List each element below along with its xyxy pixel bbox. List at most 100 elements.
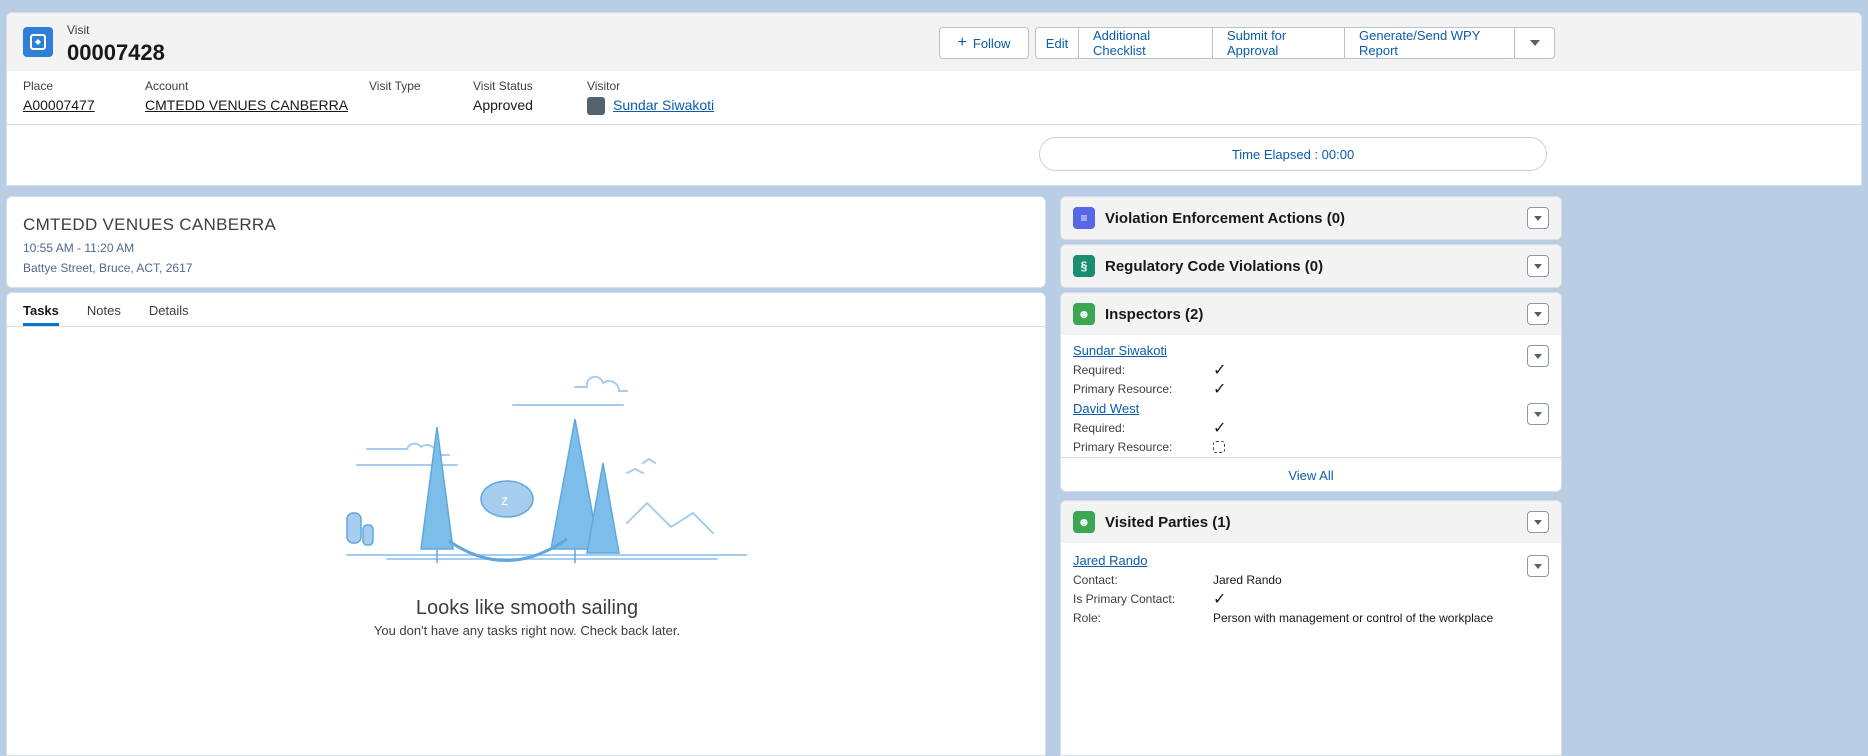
chevron-down-icon bbox=[1534, 353, 1542, 359]
tasks-card: Tasks Notes Details z Looks like smooth … bbox=[6, 292, 1046, 756]
inspector-icon: ☻ bbox=[1073, 303, 1095, 325]
primary-resource-row: Primary Resource: ✓ bbox=[1073, 379, 1549, 398]
visited-parties-list: ☻ Visited Parties (1) Jared Rando Contac… bbox=[1060, 500, 1562, 756]
related-list-menu-button[interactable] bbox=[1527, 303, 1549, 325]
record-name: 00007428 bbox=[67, 40, 165, 65]
inspectors-list: ☻ Inspectors (2) Sundar Siwakoti Require… bbox=[1060, 292, 1562, 492]
follow-button-group: + Follow bbox=[939, 27, 1029, 59]
visit-status-label: Visit Status bbox=[473, 79, 533, 93]
record-menu-button[interactable] bbox=[1527, 345, 1549, 367]
account-link[interactable]: CMTEDD VENUES CANBERRA bbox=[145, 97, 348, 113]
svg-text:z: z bbox=[501, 492, 508, 508]
related-list-header: ≡ Violation Enforcement Actions (0) bbox=[1061, 197, 1561, 239]
related-list-header: ☻ Inspectors (2) bbox=[1061, 293, 1561, 335]
unchecked-icon bbox=[1213, 440, 1225, 453]
view-all-link[interactable]: View All bbox=[1061, 457, 1561, 493]
follow-button[interactable]: + Follow bbox=[939, 27, 1029, 59]
chevron-down-icon bbox=[1534, 563, 1542, 569]
chevron-down-icon bbox=[1529, 40, 1540, 46]
account-label: Account bbox=[145, 79, 189, 93]
more-actions-button[interactable] bbox=[1515, 27, 1555, 59]
related-list-title[interactable]: Violation Enforcement Actions (0) bbox=[1105, 210, 1345, 227]
inspector-record: Sundar Siwakoti Required: ✓ Primary Resou… bbox=[1073, 343, 1549, 398]
related-list-title[interactable]: Regulatory Code Violations (0) bbox=[1105, 258, 1323, 275]
visited-party-record: Jared Rando Contact: Jared Rando Is Prima… bbox=[1073, 553, 1549, 627]
contact-label: Contact: bbox=[1073, 572, 1118, 587]
regulatory-code-violations-list: § Regulatory Code Violations (0) bbox=[1060, 244, 1562, 288]
check-icon: ✓ bbox=[1213, 380, 1227, 398]
primary-contact-label: Is Primary Contact: bbox=[1073, 591, 1176, 606]
visit-type-field: Visit Type bbox=[369, 79, 421, 97]
check-icon: ✓ bbox=[1213, 419, 1227, 437]
visitor-value: Sundar Siwakoti bbox=[587, 97, 714, 116]
timer-card: Time Elapsed : 00:00 bbox=[6, 124, 1862, 186]
check-icon: ✓ bbox=[1213, 590, 1227, 608]
time-elapsed-pill: Time Elapsed : 00:00 bbox=[1039, 137, 1547, 171]
related-list-header: ☻ Visited Parties (1) bbox=[1061, 501, 1561, 543]
chevron-down-icon bbox=[1534, 215, 1542, 221]
contact-icon: ☻ bbox=[1073, 511, 1095, 533]
related-list-menu-button[interactable] bbox=[1527, 511, 1549, 533]
visit-object-icon bbox=[23, 27, 53, 57]
code-violation-icon: § bbox=[1073, 255, 1095, 277]
violation-action-icon: ≡ bbox=[1073, 207, 1095, 229]
plus-icon: + bbox=[957, 34, 967, 51]
record-menu-button[interactable] bbox=[1527, 403, 1549, 425]
visited-party-name-link[interactable]: Jared Rando bbox=[1073, 553, 1549, 568]
header-top-bar bbox=[7, 13, 1861, 71]
location-card: CMTEDD VENUES CANBERRA 10:55 AM - 11:20 … bbox=[6, 196, 1046, 288]
edit-button[interactable]: Edit bbox=[1035, 27, 1079, 59]
primary-resource-label: Primary Resource: bbox=[1073, 381, 1173, 396]
empty-state-title: Looks like smooth sailing bbox=[415, 597, 639, 619]
contact-row: Contact: Jared Rando bbox=[1073, 570, 1549, 589]
role-row: Role: Person with management or control o… bbox=[1073, 608, 1549, 627]
follow-button-label: Follow bbox=[972, 35, 1011, 51]
required-label: Required: bbox=[1073, 420, 1126, 435]
primary-contact-row: Is Primary Contact: ✓ bbox=[1073, 589, 1549, 608]
record-header: Visit 00007428 + Follow Edit Additional … bbox=[6, 12, 1862, 130]
inspector-record: David West Required: ✓ Primary Resource: bbox=[1073, 401, 1549, 456]
related-list-title[interactable]: Inspectors (2) bbox=[1105, 306, 1203, 323]
visit-type-label: Visit Type bbox=[369, 79, 421, 93]
tab-details[interactable]: Details bbox=[149, 293, 189, 326]
check-icon: ✓ bbox=[1213, 361, 1227, 379]
record-menu-button[interactable] bbox=[1527, 555, 1549, 577]
user-avatar-icon bbox=[587, 97, 605, 116]
related-list-menu-button[interactable] bbox=[1527, 207, 1549, 229]
additional-checklist-button[interactable]: Additional Checklist bbox=[1079, 27, 1213, 59]
related-list-header: § Regulatory Code Violations (0) bbox=[1061, 245, 1561, 287]
related-list-title[interactable]: Visited Parties (1) bbox=[1105, 514, 1231, 531]
submit-for-approval-button[interactable]: Submit for Approval bbox=[1213, 27, 1345, 59]
tab-tasks[interactable]: Tasks bbox=[23, 293, 59, 326]
inspector-name-link[interactable]: Sundar Siwakoti bbox=[1073, 343, 1549, 358]
role-label: Role: bbox=[1073, 610, 1102, 625]
place-field: Place A00007477 bbox=[23, 79, 95, 113]
visit-status-field: Visit Status Approved bbox=[473, 79, 533, 113]
chevron-down-icon bbox=[1534, 263, 1542, 269]
required-row: Required: ✓ bbox=[1073, 360, 1549, 379]
place-link[interactable]: A00007477 bbox=[23, 97, 95, 113]
empty-state-subtitle: You don't have any tasks right now. Chec… bbox=[373, 623, 681, 638]
primary-resource-row: Primary Resource: bbox=[1073, 437, 1549, 456]
account-field: Account CMTEDD VENUES CANBERRA bbox=[145, 79, 348, 113]
contact-link[interactable]: Jared Rando bbox=[1213, 573, 1282, 587]
location-address: Battye Street, Bruce, ACT, 2617 bbox=[23, 261, 193, 275]
visitor-field: Visitor Sundar Siwakoti bbox=[587, 79, 714, 116]
required-label: Required: bbox=[1073, 362, 1126, 377]
generate-report-button[interactable]: Generate/Send WPY Report bbox=[1345, 27, 1515, 59]
related-list-menu-button[interactable] bbox=[1527, 255, 1549, 277]
visitor-link[interactable]: Sundar Siwakoti bbox=[613, 97, 714, 113]
action-button-group: Edit Additional Checklist Submit for App… bbox=[1035, 27, 1555, 59]
violation-enforcement-actions-list: ≡ Violation Enforcement Actions (0) bbox=[1060, 196, 1562, 240]
inspector-name-link[interactable]: David West bbox=[1073, 401, 1549, 416]
chevron-down-icon bbox=[1534, 311, 1542, 317]
empty-state-illustration: z bbox=[346, 375, 747, 563]
required-row: Required: ✓ bbox=[1073, 418, 1549, 437]
tab-notes[interactable]: Notes bbox=[87, 293, 121, 326]
role-value: Person with management or control of the… bbox=[1213, 610, 1494, 625]
tab-bar: Tasks Notes Details bbox=[7, 293, 1045, 327]
place-label: Place bbox=[23, 79, 54, 93]
location-name: CMTEDD VENUES CANBERRA bbox=[23, 215, 277, 234]
location-time: 10:55 AM - 11:20 AM bbox=[23, 241, 135, 255]
object-type-label: Visit bbox=[67, 23, 90, 37]
